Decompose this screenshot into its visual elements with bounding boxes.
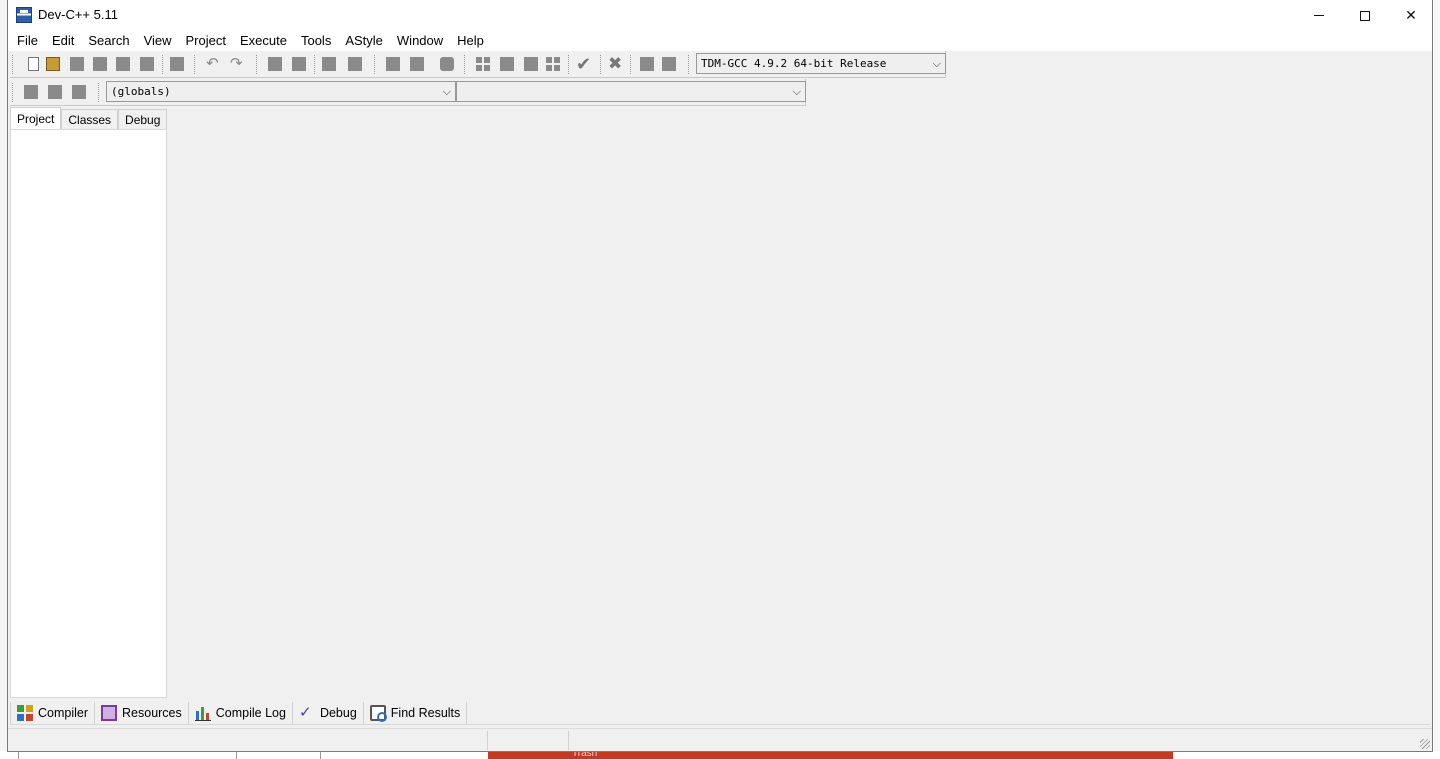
project-options-icon[interactable] bbox=[440, 57, 454, 71]
symbol-select[interactable]: ⌵ bbox=[456, 81, 806, 102]
menu-help[interactable]: Help bbox=[450, 31, 491, 51]
minimize-button[interactable] bbox=[1296, 0, 1342, 31]
find-icon[interactable] bbox=[268, 57, 282, 71]
resources-icon bbox=[101, 705, 118, 721]
redo-icon[interactable]: ↷ bbox=[230, 56, 248, 71]
scope-select-value: (globals) bbox=[111, 85, 171, 98]
tab-resources[interactable]: Resources bbox=[95, 702, 189, 724]
menu-edit[interactable]: Edit bbox=[45, 31, 81, 51]
class-toolbar: (globals) ⌵ ⌵ bbox=[10, 79, 806, 106]
stop-execution-icon[interactable]: ✖ bbox=[608, 55, 622, 72]
tab-compiler[interactable]: Compiler bbox=[10, 702, 96, 724]
menu-bar: File Edit Search View Project Execute To… bbox=[8, 31, 1432, 51]
menu-search[interactable]: Search bbox=[81, 31, 136, 51]
status-bar bbox=[8, 728, 1432, 751]
compiler-select[interactable]: TDM-GCC 4.9.2 64-bit Release ⌵ bbox=[696, 53, 946, 74]
editor-area[interactable] bbox=[168, 107, 1432, 698]
devcpp-window: Dev-C++ 5.11 ✕ File Edit Search View Pro… bbox=[7, 0, 1433, 752]
tab-find-results-label: Find Results bbox=[390, 706, 461, 720]
save-all-icon[interactable] bbox=[93, 57, 107, 71]
compiler-icon bbox=[17, 705, 33, 721]
compile-run-icon[interactable] bbox=[524, 57, 538, 71]
tab-find-results[interactable]: Find Results bbox=[364, 702, 468, 724]
replace-icon[interactable] bbox=[292, 57, 306, 71]
delete-profile-icon[interactable] bbox=[662, 57, 676, 71]
tab-compile-log[interactable]: Compile Log bbox=[189, 702, 293, 724]
compiler-select-value: TDM-GCC 4.9.2 64-bit Release bbox=[701, 57, 887, 70]
menu-astyle[interactable]: AStyle bbox=[338, 31, 390, 51]
syntax-check-icon[interactable]: ✔ bbox=[576, 55, 591, 73]
chevron-down-icon: ⌵ bbox=[792, 85, 801, 98]
title-bar[interactable]: Dev-C++ 5.11 ✕ bbox=[8, 0, 1432, 31]
desktop-right-edge bbox=[1432, 0, 1440, 759]
menu-view[interactable]: View bbox=[137, 31, 179, 51]
bottom-panel-divider bbox=[10, 724, 1430, 725]
toggle-bookmark-icon[interactable] bbox=[48, 85, 62, 99]
find-next-icon[interactable] bbox=[322, 57, 336, 71]
menu-project[interactable]: Project bbox=[179, 31, 233, 51]
goto-bookmark-icon[interactable] bbox=[72, 85, 86, 99]
tab-resources-label: Resources bbox=[122, 706, 182, 720]
maximize-button[interactable] bbox=[1342, 0, 1388, 31]
tab-debug-output[interactable]: ✓ Debug bbox=[293, 702, 364, 724]
maximize-icon bbox=[1360, 10, 1370, 21]
new-file-icon[interactable] bbox=[28, 57, 39, 71]
menu-tools[interactable]: Tools bbox=[294, 31, 338, 51]
compile-icon[interactable] bbox=[476, 57, 490, 71]
tab-compiler-label: Compiler bbox=[38, 706, 89, 720]
project-browser[interactable] bbox=[10, 129, 167, 698]
insert-icon[interactable] bbox=[24, 85, 38, 99]
scope-select[interactable]: (globals) ⌵ bbox=[106, 81, 456, 102]
main-toolbar: ↶ ↷ ✔ ✖ TDM-GCC 4.9.2 64-bit Release ⌵ bbox=[10, 51, 946, 78]
close-button[interactable]: ✕ bbox=[1388, 0, 1434, 31]
close-all-icon[interactable] bbox=[140, 57, 154, 71]
new-project-icon[interactable] bbox=[386, 57, 400, 71]
profile-icon[interactable] bbox=[640, 57, 654, 71]
run-icon[interactable] bbox=[500, 57, 514, 71]
window-title: Dev-C++ 5.11 bbox=[38, 7, 118, 22]
minimize-icon bbox=[1314, 15, 1324, 16]
close-icon: ✕ bbox=[1405, 7, 1417, 23]
menu-window[interactable]: Window bbox=[390, 31, 450, 51]
tab-classes[interactable]: Classes bbox=[61, 109, 119, 129]
undo-icon[interactable]: ↶ bbox=[206, 56, 224, 71]
print-icon[interactable] bbox=[170, 57, 184, 71]
tab-debug-label: Debug bbox=[319, 706, 357, 720]
menu-file[interactable]: File bbox=[10, 31, 45, 51]
goto-line-icon[interactable] bbox=[348, 57, 362, 71]
menu-execute[interactable]: Execute bbox=[233, 31, 294, 51]
rebuild-all-icon[interactable] bbox=[546, 57, 560, 71]
check-icon: ✓ bbox=[298, 704, 312, 721]
tab-debug[interactable]: Debug bbox=[118, 109, 168, 129]
devcpp-app-icon bbox=[16, 7, 32, 23]
tab-project[interactable]: Project bbox=[10, 107, 62, 129]
resize-grip-icon[interactable] bbox=[1420, 739, 1430, 749]
save-icon[interactable] bbox=[70, 57, 84, 71]
bar-chart-icon bbox=[194, 705, 211, 721]
left-panel-tabs: Project Classes Debug bbox=[10, 107, 168, 129]
close-file-icon[interactable] bbox=[116, 57, 130, 71]
chevron-down-icon: ⌵ bbox=[442, 85, 451, 98]
tab-compile-log-label: Compile Log bbox=[215, 706, 286, 720]
chevron-down-icon: ⌵ bbox=[932, 57, 941, 70]
open-file-icon[interactable] bbox=[46, 57, 60, 71]
find-results-icon bbox=[369, 705, 387, 722]
bottom-panel-tabs: Compiler Resources Compile Log ✓ Debug F… bbox=[10, 702, 468, 724]
open-project-icon[interactable] bbox=[410, 57, 424, 71]
